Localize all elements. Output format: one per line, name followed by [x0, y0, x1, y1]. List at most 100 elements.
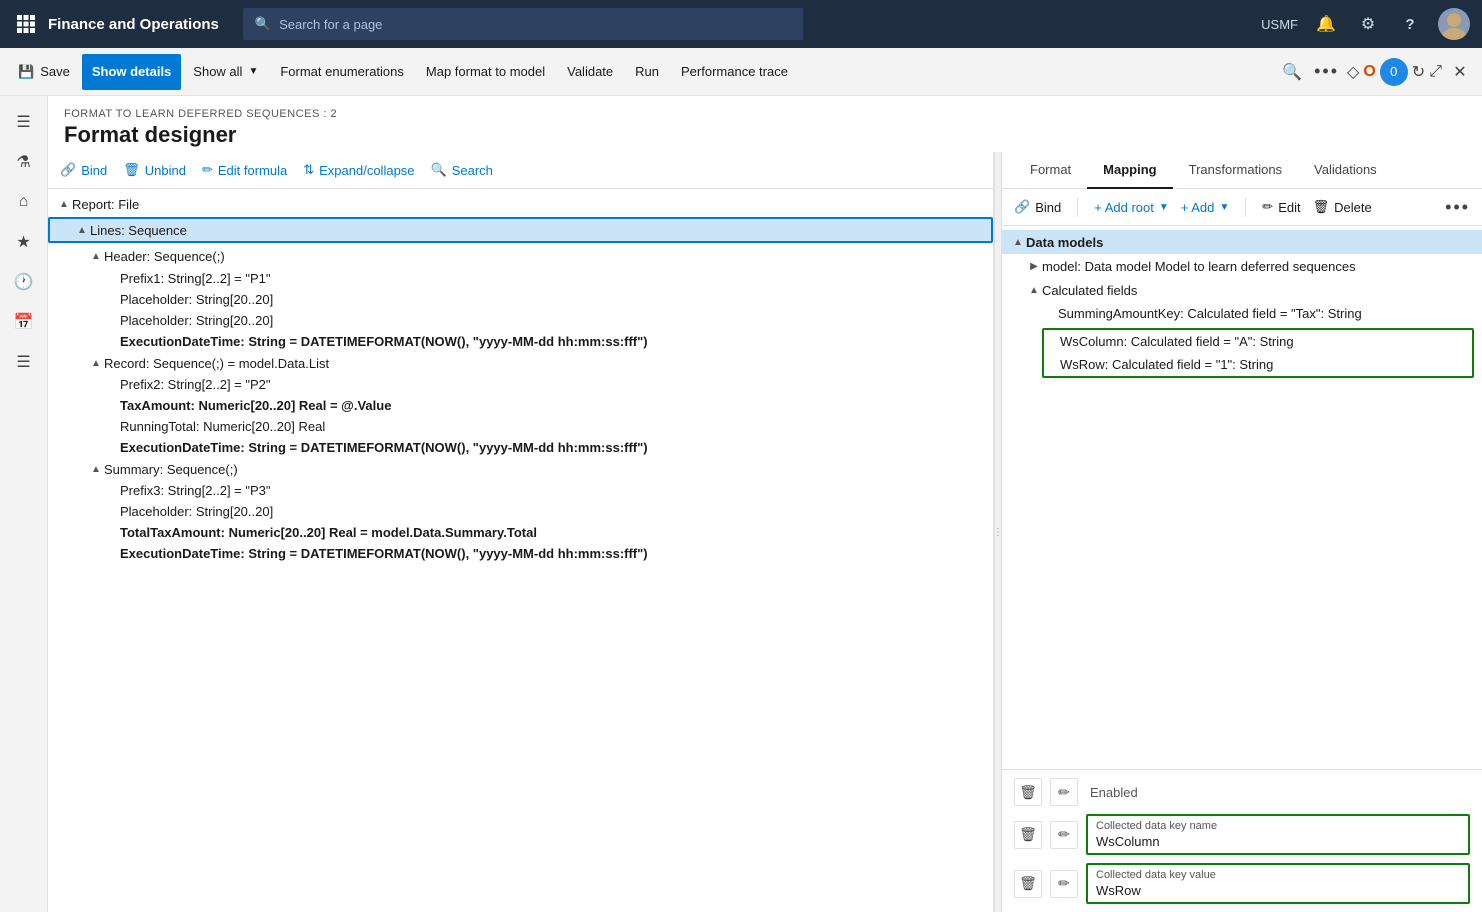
tree-node-record[interactable]: ▲ Record: Sequence(;) = model.Data.List — [48, 352, 993, 374]
keyvalue-edit-icon[interactable]: ✏ — [1050, 870, 1078, 898]
tree-node-totaltax[interactable]: TotalTaxAmount: Numeric[20..20] Real = m… — [48, 522, 993, 543]
close-button[interactable]: ✕ — [1446, 58, 1474, 86]
toggle-lines[interactable]: ▲ — [74, 222, 90, 238]
add-root-arrow: ▼ — [1159, 202, 1169, 213]
tree-node-prefix1[interactable]: Prefix1: String[2..2] = "P1" — [48, 267, 993, 289]
performance-trace-button[interactable]: Performance trace — [671, 54, 798, 90]
more-right-icon[interactable]: ••• — [1445, 197, 1470, 218]
toggle-record[interactable]: ▲ — [88, 355, 104, 371]
key-name-value: WsColumn — [1096, 834, 1460, 849]
toggle-report[interactable]: ▲ — [56, 196, 72, 212]
tab-validations[interactable]: Validations — [1298, 152, 1393, 189]
format-enumerations-button[interactable]: Format enumerations — [270, 54, 414, 90]
keyname-edit-icon[interactable]: ✏ — [1050, 821, 1078, 849]
top-nav: Finance and Operations 🔍 Search for a pa… — [0, 0, 1482, 48]
badge-icon[interactable]: 0 — [1380, 58, 1408, 86]
dm-node-root[interactable]: ▲ Data models — [1002, 230, 1482, 254]
enabled-delete-icon[interactable]: 🗑 — [1014, 778, 1042, 806]
designer-area: 🔗 Bind 🗑 Unbind ✏ Edit formula ⇅ Expand/… — [48, 152, 1482, 912]
expand-collapse-button[interactable]: ⇅ Expand/collapse — [303, 158, 414, 182]
right-bottom: 🗑 ✏ Enabled 🗑 ✏ Collected data key name … — [1002, 769, 1482, 912]
toggle-header[interactable]: ▲ — [88, 248, 104, 264]
sidebar-clock[interactable]: 🕐 — [6, 264, 42, 300]
refresh-icon[interactable]: ↻ — [1412, 62, 1425, 82]
more-icon[interactable]: ••• — [1310, 57, 1343, 86]
tab-transformations[interactable]: Transformations — [1173, 152, 1298, 189]
edit-formula-button[interactable]: ✏ Edit formula — [202, 158, 287, 182]
tabs-bar: Format Mapping Transformations Validatio… — [1002, 152, 1482, 189]
bind-icon: 🔗 — [60, 162, 76, 178]
help-icon[interactable]: ? — [1396, 10, 1424, 38]
keyvalue-delete-icon[interactable]: 🗑 — [1014, 870, 1042, 898]
run-button[interactable]: Run — [625, 54, 669, 90]
sidebar-calendar[interactable]: 📅 — [6, 304, 42, 340]
toggle-calculated[interactable]: ▲ — [1026, 282, 1042, 298]
avatar[interactable] — [1438, 8, 1470, 40]
right-bind-button[interactable]: 🔗 Bind — [1014, 195, 1061, 219]
global-search[interactable]: 🔍 Search for a page — [243, 8, 803, 40]
tree-node-prefix2[interactable]: Prefix2: String[2..2] = "P2" — [48, 374, 993, 395]
tree-node-prefix3[interactable]: Prefix3: String[2..2] = "P3" — [48, 480, 993, 501]
unbind-button[interactable]: 🗑 Unbind — [123, 158, 186, 182]
validate-button[interactable]: Validate — [557, 54, 623, 90]
show-all-arrow: ▼ — [248, 66, 258, 77]
show-details-button[interactable]: Show details — [82, 54, 181, 90]
key-value-label: Collected data key value — [1096, 869, 1460, 881]
nav-right: USMF 🔔 ⚙ ? — [1261, 8, 1470, 40]
search-button[interactable]: 🔍 Search — [431, 158, 493, 182]
delete-button[interactable]: 🗑 Delete — [1313, 195, 1372, 219]
apps-icon[interactable] — [12, 10, 40, 38]
key-value-value: WsRow — [1096, 883, 1460, 898]
tree-node-placeholder2[interactable]: Placeholder: String[20..20] — [48, 310, 993, 331]
tab-format[interactable]: Format — [1014, 152, 1087, 189]
map-format-button[interactable]: Map format to model — [416, 54, 555, 90]
show-all-button[interactable]: Show all ▼ — [183, 54, 268, 90]
edit-button[interactable]: ✏ Edit — [1262, 195, 1300, 219]
tree-node-execdt3[interactable]: ExecutionDateTime: String = DATETIMEFORM… — [48, 543, 993, 564]
tree-node-taxamount[interactable]: TaxAmount: Numeric[20..20] Real = @.Valu… — [48, 395, 993, 416]
edit-icon: ✏ — [1262, 199, 1273, 215]
tree-node-report[interactable]: ▲ Report: File — [48, 193, 993, 215]
tree-node-execdt2[interactable]: ExecutionDateTime: String = DATETIMEFORM… — [48, 437, 993, 458]
toggle-model[interactable]: ▶ — [1026, 258, 1042, 274]
keyname-delete-icon[interactable]: 🗑 — [1014, 821, 1042, 849]
dm-node-wsrow[interactable]: WsRow: Calculated field = "1": String — [1044, 353, 1472, 376]
main-content: FORMAT TO LEARN DEFERRED SEQUENCES : 2 F… — [48, 96, 1482, 912]
tree-node-execdt1[interactable]: ExecutionDateTime: String = DATETIMEFORM… — [48, 331, 993, 352]
right-toolbar: 🔗 Bind + Add root ▼ + Add ▼ ✏ — [1002, 189, 1482, 226]
save-icon: 💾 — [18, 64, 34, 80]
format-panel: 🔗 Bind 🗑 Unbind ✏ Edit formula ⇅ Expand/… — [48, 152, 994, 912]
toggle-datamodels[interactable]: ▲ — [1010, 234, 1026, 250]
tree-node-runningtotal[interactable]: RunningTotal: Numeric[20..20] Real — [48, 416, 993, 437]
add-root-button[interactable]: + Add root ▼ — [1094, 196, 1169, 219]
sidebar-filter[interactable]: ⚗ — [6, 144, 42, 180]
dm-node-model[interactable]: ▶ model: Data model Model to learn defer… — [1002, 254, 1482, 278]
dm-node-summing[interactable]: SummingAmountKey: Calculated field = "Ta… — [1002, 302, 1482, 325]
bind-button[interactable]: 🔗 Bind — [60, 158, 107, 182]
tree-node-lines[interactable]: ▲ Lines: Sequence — [48, 217, 993, 243]
tree-node-summary[interactable]: ▲ Summary: Sequence(;) — [48, 458, 993, 480]
tree-node-header[interactable]: ▲ Header: Sequence(;) — [48, 245, 993, 267]
dm-node-wscolumn[interactable]: WsColumn: Calculated field = "A": String — [1044, 330, 1472, 353]
toggle-summary[interactable]: ▲ — [88, 461, 104, 477]
diamond-icon[interactable]: ◇ — [1347, 62, 1359, 82]
office-icon[interactable]: O — [1363, 63, 1375, 81]
add-arrow: ▼ — [1219, 202, 1229, 213]
bell-icon[interactable]: 🔔 — [1312, 10, 1340, 38]
enabled-edit-icon[interactable]: ✏ — [1050, 778, 1078, 806]
sidebar-hamburger[interactable]: ☰ — [6, 104, 42, 140]
tab-mapping[interactable]: Mapping — [1087, 152, 1172, 189]
add-button[interactable]: + Add ▼ — [1181, 196, 1230, 219]
expand-icon[interactable]: ⤢ — [1429, 63, 1442, 81]
tree-node-placeholder1[interactable]: Placeholder: String[20..20] — [48, 289, 993, 310]
breadcrumb-area: FORMAT TO LEARN DEFERRED SEQUENCES : 2 F… — [48, 96, 1482, 152]
tree-node-placeholder3[interactable]: Placeholder: String[20..20] — [48, 501, 993, 522]
sidebar-home[interactable]: ⌂ — [6, 184, 42, 220]
gear-icon[interactable]: ⚙ — [1354, 10, 1382, 38]
search-action-icon[interactable]: 🔍 — [1278, 58, 1306, 86]
sidebar-list[interactable]: ☰ — [6, 344, 42, 380]
dm-node-calculated[interactable]: ▲ Calculated fields — [1002, 278, 1482, 302]
resize-handle[interactable]: ⋮ — [994, 152, 1002, 912]
sidebar-star[interactable]: ★ — [6, 224, 42, 260]
save-button[interactable]: 💾 Save — [8, 54, 80, 90]
